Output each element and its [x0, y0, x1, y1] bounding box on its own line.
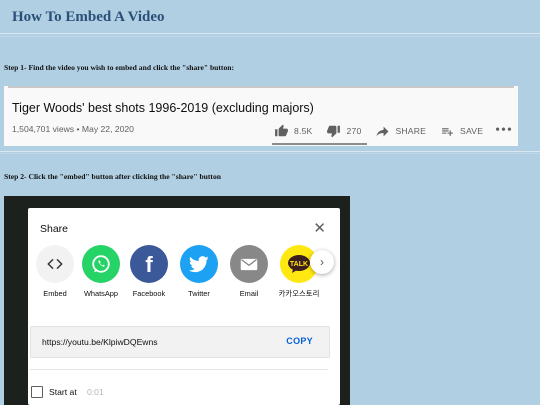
section-divider-2 — [0, 153, 540, 154]
thumbs-down-icon — [327, 125, 341, 138]
video-meta: 1,504,701 views • May 22, 2020 — [12, 124, 134, 134]
share-button[interactable]: SHARE — [375, 125, 426, 138]
share-url: https://youtu.be/KlpiwDQEwns — [42, 337, 158, 347]
share-dialog-title: Share — [40, 223, 69, 235]
share-dialog: Share ✕ Embed WhatsApp f Facebook Twitte… — [28, 208, 340, 405]
close-icon[interactable]: ✕ — [313, 219, 326, 237]
share-label: SHARE — [395, 126, 427, 136]
whatsapp-icon — [82, 245, 120, 283]
share-arrow-icon — [376, 126, 389, 136]
share-url-box[interactable]: https://youtu.be/KlpiwDQEwns COPY — [30, 326, 330, 358]
share-target-facebook[interactable]: f Facebook — [124, 245, 174, 299]
embed-icon — [36, 245, 74, 283]
like-button[interactable]: 8.5K — [274, 124, 312, 138]
share-target-label: Twitter — [188, 289, 210, 298]
email-icon — [230, 245, 268, 283]
share-target-whatsapp[interactable]: WhatsApp — [76, 245, 126, 299]
save-button[interactable]: SAVE — [440, 125, 483, 138]
share-underline — [272, 143, 367, 145]
chevron-right-icon[interactable]: › — [310, 250, 334, 274]
start-at-time[interactable]: 0:01 — [87, 387, 104, 397]
share-target-label: Facebook — [132, 289, 166, 298]
title-divider-2 — [0, 36, 540, 37]
share-target-embed[interactable]: Embed — [30, 245, 80, 299]
share-target-label: Email — [239, 289, 259, 298]
save-label: SAVE — [460, 126, 484, 136]
dislike-count: 270 — [346, 126, 362, 136]
video-actions: 8.5K 270 SHARE SAVE ••• — [274, 123, 513, 139]
svg-text:TALK: TALK — [290, 261, 308, 268]
video-title: Tiger Woods' best shots 1996-2019 (exclu… — [12, 101, 314, 115]
thumbs-up-icon — [275, 124, 288, 137]
more-actions-icon[interactable]: ••• — [495, 123, 513, 139]
section-divider — [0, 151, 540, 152]
share-target-email[interactable]: Email — [224, 245, 274, 299]
start-at-label: Start at — [49, 387, 77, 397]
title-divider — [0, 33, 540, 34]
add-to-playlist-icon — [442, 127, 453, 136]
page-title: How To Embed A Video — [12, 9, 165, 25]
share-target-twitter[interactable]: Twitter — [174, 245, 224, 299]
dislike-button[interactable]: 270 — [326, 124, 361, 138]
card-top-border — [8, 86, 514, 88]
dialog-divider — [30, 369, 328, 370]
share-targets-row: Embed WhatsApp f Facebook Twitter Email — [30, 245, 340, 315]
facebook-icon: f — [130, 245, 168, 283]
video-info-card: Tiger Woods' best shots 1996-2019 (exclu… — [4, 86, 518, 146]
share-target-label: WhatsApp — [83, 289, 119, 298]
share-target-label: Embed — [43, 289, 67, 298]
copy-button[interactable]: COPY — [286, 336, 313, 346]
share-target-label: 카카오스토리 — [278, 289, 320, 298]
like-count: 8.5K — [294, 126, 313, 136]
twitter-icon — [180, 245, 218, 283]
start-at-checkbox[interactable] — [31, 386, 43, 398]
step-1-text: Step 1- Find the video you wish to embed… — [4, 63, 235, 72]
step-2-text: Step 2- Click the "embed" button after c… — [4, 172, 221, 181]
